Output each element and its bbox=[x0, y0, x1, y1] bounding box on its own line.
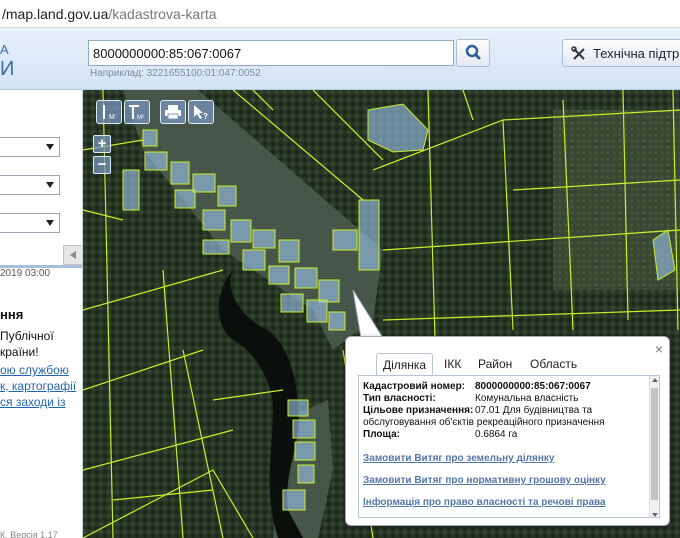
browser-address-bar[interactable]: /map.land.gov.ua/kadastrova-karta bbox=[0, 0, 680, 28]
svg-text:M²: M² bbox=[137, 115, 144, 120]
news-date: 2019 03:00 bbox=[0, 268, 51, 279]
tech-support-label: Технічна підтримка bbox=[593, 46, 680, 61]
zoom-out-button[interactable]: − bbox=[93, 156, 111, 174]
print-button[interactable] bbox=[160, 100, 186, 124]
purpose-value-line2: обслуговування об'єктів рекреаційного пр… bbox=[363, 417, 605, 428]
measure-distance-button[interactable]: M bbox=[96, 100, 122, 124]
purpose-label: Цільове призначення: bbox=[363, 405, 474, 416]
search-hint: Наприклад: 3221655100:01:047:0052 bbox=[90, 68, 261, 79]
order-extract-link[interactable]: Замовити Витяг про земельну ділянку bbox=[363, 453, 554, 464]
logo-line2: И bbox=[0, 58, 15, 80]
order-valuation-link[interactable]: Замовити Витяг про нормативну грошову оц… bbox=[363, 475, 606, 486]
tab-region[interactable]: Область bbox=[524, 353, 583, 375]
news-link-3[interactable]: ся заходи із bbox=[0, 395, 66, 409]
tech-support-button[interactable]: Технічна підтримка bbox=[562, 39, 680, 67]
zoom-in-button[interactable]: + bbox=[93, 135, 111, 153]
sidebar-collapse-button[interactable] bbox=[63, 245, 82, 265]
popup-scrollbar[interactable] bbox=[649, 376, 659, 517]
url-text[interactable]: /map.land.gov.ua/kadastrova-karta bbox=[2, 6, 217, 22]
cadastral-label: Кадастровий номер: bbox=[363, 381, 466, 392]
svg-text:?: ? bbox=[203, 112, 208, 120]
cadastral-value: 8000000000:85:067:0067 bbox=[475, 381, 591, 392]
purpose-value-line1: 07.01 Для будівництва та bbox=[475, 405, 593, 416]
cadastral-search-input-wrapper bbox=[88, 40, 454, 66]
filter-select-1[interactable] bbox=[0, 137, 60, 157]
url-path: /kadastrova-karta bbox=[108, 6, 217, 22]
scroll-thumb[interactable] bbox=[651, 388, 658, 500]
measure-area-button[interactable]: M² bbox=[124, 100, 150, 124]
news-text-line1: Публічної bbox=[0, 329, 54, 343]
site-header: А И Наприклад: 3221655100:01:047:0052 Те… bbox=[0, 28, 680, 90]
search-button[interactable] bbox=[456, 39, 490, 67]
tab-parcel[interactable]: Ділянка bbox=[376, 353, 434, 376]
print-icon bbox=[165, 105, 181, 120]
filter-select-2[interactable] bbox=[0, 175, 60, 195]
tab-ikk[interactable]: ІКК bbox=[438, 353, 467, 375]
news-link-2[interactable]: к, картографії bbox=[0, 379, 76, 393]
filter-select-3[interactable] bbox=[0, 213, 60, 233]
scroll-down-icon[interactable] bbox=[652, 513, 658, 517]
tab-district[interactable]: Район bbox=[472, 353, 518, 375]
logo-line1: А bbox=[0, 42, 9, 57]
url-host: /map.land.gov.ua bbox=[2, 6, 109, 22]
scroll-up-icon[interactable] bbox=[652, 378, 658, 382]
chevron-down-icon bbox=[46, 220, 54, 226]
close-icon[interactable]: × bbox=[655, 341, 663, 357]
tools-icon bbox=[571, 46, 585, 60]
cadastral-map[interactable]: M M² ? + − × Ділянка ІКК Район Область К… bbox=[83, 90, 680, 538]
version-footer: К. Версія 1.17 bbox=[0, 530, 58, 538]
info-cursor-icon: ? bbox=[194, 105, 208, 120]
parcel-details: Кадастровий номер: 8000000000:85:067:006… bbox=[358, 375, 660, 518]
area-value: 0.6864 га bbox=[475, 429, 518, 440]
search-icon bbox=[465, 44, 481, 60]
ruler-m-icon: M bbox=[103, 105, 115, 120]
chevron-left-icon bbox=[70, 251, 76, 259]
ruler-area-icon: M² bbox=[129, 105, 144, 120]
svg-text:M: M bbox=[109, 114, 115, 120]
ownership-label: Тип власності: bbox=[363, 393, 436, 404]
news-title: ння bbox=[0, 307, 24, 322]
news-link-1[interactable]: ою службою bbox=[0, 363, 69, 377]
news-text-line2: країни! bbox=[0, 345, 39, 359]
identify-button[interactable]: ? bbox=[188, 100, 214, 124]
chevron-down-icon bbox=[46, 182, 54, 188]
area-label: Площа: bbox=[363, 429, 400, 440]
left-sidebar: 2019 03:00 ння Публічної країни! ою служ… bbox=[0, 90, 83, 538]
cadastral-search-input[interactable] bbox=[89, 41, 453, 65]
ownership-rights-link[interactable]: Інформація про право власності та речові… bbox=[363, 497, 606, 508]
chevron-down-icon bbox=[46, 144, 54, 150]
parcel-info-popup: × Ділянка ІКК Район Область Кадастровий … bbox=[345, 336, 670, 526]
ownership-value: Комунальна власність bbox=[475, 393, 579, 404]
